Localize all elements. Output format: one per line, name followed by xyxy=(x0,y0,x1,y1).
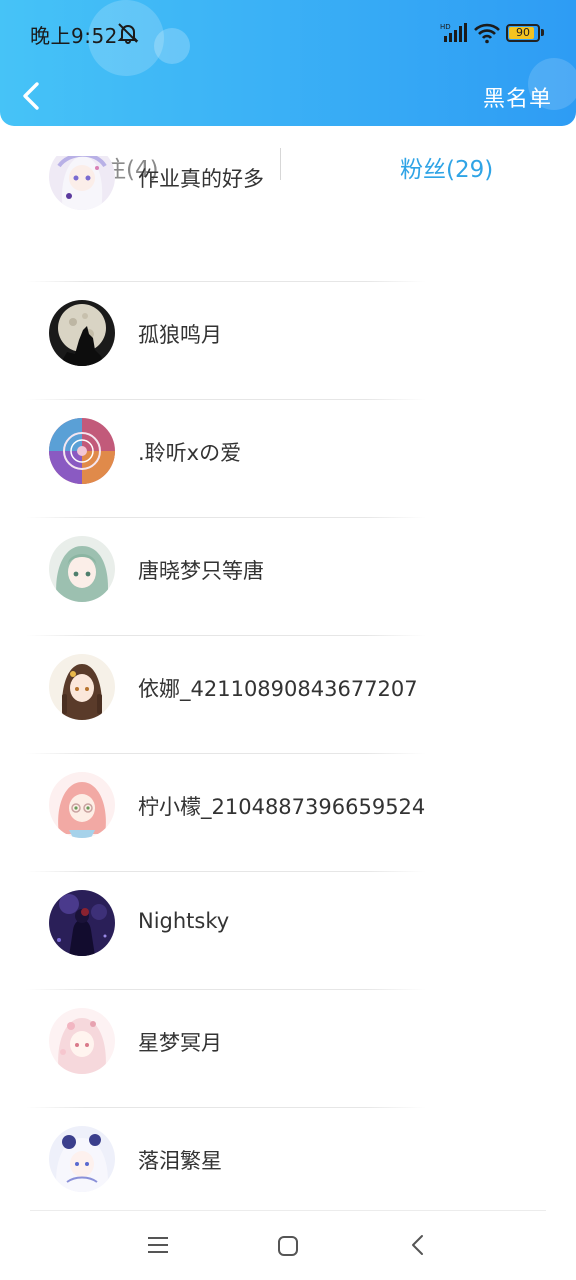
avatar xyxy=(49,300,115,366)
wifi-icon xyxy=(474,23,500,44)
user-name: 落泪繁星 xyxy=(138,1149,222,1173)
list-item[interactable]: 星梦冥月 xyxy=(0,990,576,1108)
status-time: 晚上9:52 xyxy=(30,24,118,48)
home-icon[interactable] xyxy=(276,1234,300,1258)
list-item[interactable]: 柠小檬_2104887396659524 xyxy=(0,754,576,872)
hd-signal-icon: HD xyxy=(440,23,467,42)
user-name: 孤狼鸣月 xyxy=(138,323,222,347)
list-item[interactable]: 作业真的好多 xyxy=(0,156,576,236)
avatar xyxy=(49,418,115,484)
user-name: 作业真的好多 xyxy=(138,167,264,191)
list-item[interactable]: .聆听xの爱 xyxy=(0,400,576,518)
nav-divider xyxy=(30,1210,546,1211)
list-item[interactable]: 落泪繁星 xyxy=(0,1108,576,1216)
menu-icon[interactable] xyxy=(146,1234,170,1256)
system-navigation-bar xyxy=(0,1210,576,1280)
list-item[interactable]: 依娜_42110890843677207 xyxy=(0,636,576,754)
battery-percent: 90 xyxy=(516,26,530,39)
svg-text:HD: HD xyxy=(440,23,451,31)
avatar xyxy=(49,156,115,210)
list-item[interactable]: Nightsky xyxy=(0,872,576,990)
user-name: 唐晓梦只等唐 xyxy=(138,559,264,583)
app-header: 晚上9:52 HD 90 黑名单 xyxy=(0,0,576,126)
avatar xyxy=(49,772,115,838)
fans-list[interactable]: 作业真的好多 孤狼鸣月 .聆听xの爱 唐晓梦只等唐 依娜_42110890843… xyxy=(0,156,576,1216)
chevron-left-icon xyxy=(23,82,39,110)
blacklist-button[interactable]: 黑名单 xyxy=(483,81,552,113)
avatar xyxy=(49,1008,115,1074)
avatar xyxy=(49,536,115,602)
back-triangle-icon[interactable] xyxy=(408,1232,428,1258)
mute-bell-icon xyxy=(117,23,139,44)
back-button[interactable] xyxy=(14,76,54,116)
user-name: 柠小檬_2104887396659524 xyxy=(138,795,426,819)
battery-icon: 90 xyxy=(506,24,544,42)
status-bar: 晚上9:52 HD 90 xyxy=(0,0,576,68)
user-name: 星梦冥月 xyxy=(138,1031,222,1055)
user-name: 依娜_42110890843677207 xyxy=(138,677,418,701)
avatar xyxy=(49,890,115,956)
list-item[interactable]: 孤狼鸣月 xyxy=(0,282,576,400)
nav-bar: 黑名单 xyxy=(0,68,576,126)
avatar xyxy=(49,1126,115,1192)
user-name: .聆听xの爱 xyxy=(138,441,242,465)
avatar xyxy=(49,654,115,720)
user-name: Nightsky xyxy=(138,909,230,933)
list-item[interactable]: 唐晓梦只等唐 xyxy=(0,518,576,636)
